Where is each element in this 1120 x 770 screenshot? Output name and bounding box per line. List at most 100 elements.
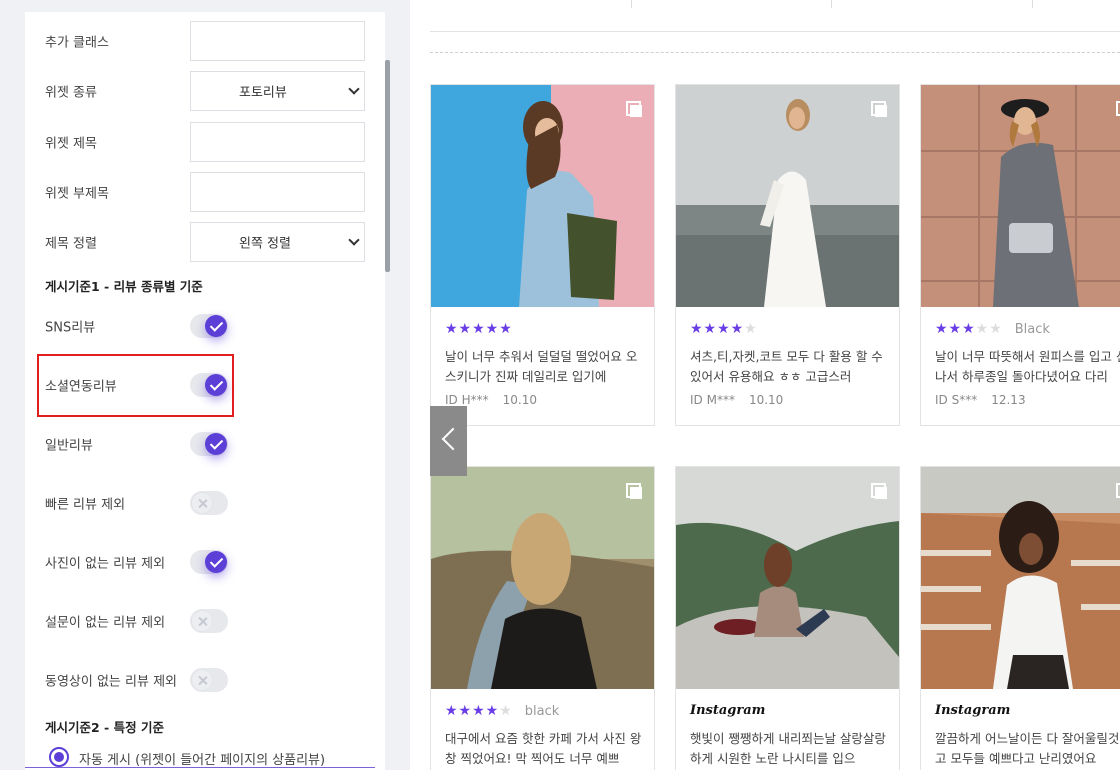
widget-type-value: 포토리뷰: [239, 85, 287, 101]
review-text: 대구에서 요즘 핫한 카페 가서 사진 왕창 찍었어요! 막 찍어도 너무 예쁘: [445, 731, 642, 766]
review-option: Black: [1014, 322, 1050, 337]
instagram-logo: Instagram: [690, 703, 766, 718]
review-photo: [921, 467, 1120, 689]
review-body: ★★★★★ 셔츠,티,자켓,코트 모두 다 활용 할 수 있어서 유용해요 ㅎㅎ…: [690, 321, 890, 407]
review-text: 셔츠,티,자켓,코트 모두 다 활용 할 수 있어서 유용해요 ㅎㅎ 고급스러: [690, 349, 883, 384]
toggle-row-exclude-quick: 빠른 리뷰 제외: [25, 483, 385, 523]
review-card[interactable]: Instagram 햇빛이 쨍쨍하게 내리쬐는날 살랑살랑하게 시원한 노란 나…: [675, 466, 900, 770]
multi-image-icon: [626, 483, 642, 499]
toggle-row-sns-review: SNS리뷰: [25, 306, 385, 346]
extra-class-input[interactable]: [190, 21, 365, 61]
widget-type-select[interactable]: 포토리뷰: [190, 71, 365, 111]
review-photo: [921, 85, 1120, 307]
review-body: ★★★★★ Black 날이 너무 따뜻해서 원피스를 입고 신나서 하루종일 돌…: [935, 321, 1120, 407]
review-user: ID H***: [445, 393, 489, 407]
toggle-row-exclude-no-video: 동영상이 없는 리뷰 제외: [25, 660, 385, 700]
review-date: 12.13: [991, 393, 1026, 407]
review-text: 날이 너무 추워서 덜덜덜 떨었어요 오 스키니가 진짜 데일리로 입기에: [445, 349, 638, 384]
title-align-row: 제목 정렬 왼쪽 정렬: [25, 222, 385, 262]
instagram-logo: Instagram: [935, 703, 1011, 718]
toggle-label: SNS리뷰: [45, 320, 96, 336]
review-card[interactable]: Instagram 깔끔하게 어느날이든 다 잘어울릴것 같고 모두들 예쁘다고…: [920, 466, 1120, 770]
carousel-prev-button[interactable]: [430, 406, 467, 476]
multi-image-icon: [1116, 101, 1120, 117]
review-body: ★★★★★ black 대구에서 요즘 핫한 카페 가서 사진 왕창 찍었어요! …: [445, 703, 645, 769]
general-review-toggle[interactable]: [190, 432, 228, 456]
divider: [831, 0, 832, 8]
review-text: 햇빛이 쨍쨍하게 내리쬐는날 살랑살랑하게 시원한 노란 나시티를 입으: [690, 731, 886, 766]
widget-type-row: 위젯 종류 포토리뷰: [25, 71, 385, 111]
widget-subtitle-label: 위젯 부제목: [45, 186, 109, 202]
review-photo: [431, 467, 654, 689]
chevron-down-icon: [348, 234, 360, 246]
review-body: Instagram 깔끔하게 어느날이든 다 잘어울릴것 같고 모두들 예쁘다고…: [935, 703, 1120, 769]
preview-topbar: [430, 0, 1120, 32]
review-card[interactable]: ★★★★★ Black 날이 너무 따뜻해서 원피스를 입고 신나서 하루종일 돌…: [920, 84, 1120, 426]
review-card[interactable]: ★★★★★ 셔츠,티,자켓,코트 모두 다 활용 할 수 있어서 유용해요 ㅎㅎ…: [675, 84, 900, 426]
review-photo: [676, 85, 899, 307]
toggle-label: 일반리뷰: [45, 438, 93, 454]
radio-label: 자동 게시 (위젯이 들어간 페이지의 상품리뷰): [79, 753, 326, 768]
widget-title-input[interactable]: [190, 122, 365, 162]
multi-image-icon: [626, 101, 642, 117]
exclude-no-photo-toggle[interactable]: [190, 550, 228, 574]
review-date: 10.10: [748, 393, 784, 407]
toggle-row-exclude-no-survey: 설문이 없는 리뷰 제외: [25, 601, 385, 641]
widget-title-row: 위젯 제목: [25, 122, 385, 162]
title-align-label: 제목 정렬: [45, 236, 97, 252]
radio-button[interactable]: [49, 747, 69, 767]
rating-stars: ★★★★★ black: [445, 703, 560, 719]
rating-stars: ★★★★★ Black: [935, 321, 1050, 337]
toggle-label: 설문이 없는 리뷰 제외: [45, 615, 166, 631]
multi-image-icon: [1116, 483, 1120, 499]
exclude-no-video-toggle[interactable]: [190, 668, 228, 692]
toggle-row-general-review: 일반리뷰: [25, 424, 385, 464]
review-card[interactable]: ★★★★★ black 대구에서 요즘 핫한 카페 가서 사진 왕창 찍었어요! …: [430, 466, 655, 770]
settings-scrollbar[interactable]: [385, 60, 390, 272]
widget-subtitle-row: 위젯 부제목: [25, 172, 385, 212]
review-meta: ID S*** 12.13: [935, 393, 1120, 407]
criteria2-title: 게시기준2 - 특정 기준: [45, 720, 164, 735]
chevron-down-icon: [348, 83, 360, 95]
highlight-box: [37, 354, 234, 417]
divider: [1032, 0, 1033, 8]
review-text: 깔끔하게 어느날이든 다 잘어울릴것 같고 모두들 예쁘다고 난리였어요: [935, 731, 1120, 766]
toggle-label: 빠른 리뷰 제외: [45, 497, 126, 513]
widget-title-label: 위젯 제목: [45, 136, 97, 152]
review-user: ID M***: [690, 393, 735, 407]
review-photo: [676, 467, 899, 689]
sns-review-toggle[interactable]: [190, 314, 228, 338]
extra-class-label: 추가 클래스: [45, 35, 109, 51]
check-icon: [205, 551, 227, 573]
review-photo: [431, 85, 654, 307]
x-icon: [191, 610, 213, 632]
divider: [631, 0, 632, 8]
x-icon: [191, 669, 213, 691]
multi-image-icon: [871, 483, 887, 499]
review-date: 10.10: [502, 393, 537, 407]
review-meta: ID M*** 10.10: [690, 393, 890, 407]
extra-class-row: 추가 클래스: [25, 21, 385, 61]
review-meta: ID H*** 10.10: [445, 393, 645, 407]
review-option: black: [524, 704, 560, 719]
multi-image-icon: [871, 101, 887, 117]
check-icon: [205, 433, 227, 455]
exclude-quick-toggle[interactable]: [190, 491, 228, 515]
exclude-no-survey-toggle[interactable]: [190, 609, 228, 633]
review-body: ★★★★★ 날이 너무 추워서 덜덜덜 떨었어요 오 스키니가 진짜 데일리로 …: [445, 321, 645, 407]
toggle-label: 사진이 없는 리뷰 제외: [45, 556, 166, 572]
review-body: Instagram 햇빛이 쨍쨍하게 내리쬐는날 살랑살랑하게 시원한 노란 나…: [690, 703, 890, 769]
toggle-label: 동영상이 없는 리뷰 제외: [45, 674, 177, 690]
check-icon: [205, 315, 227, 337]
dashed-divider: [430, 52, 1120, 53]
review-user: ID S***: [935, 393, 978, 407]
review-text: 날이 너무 따뜻해서 원피스를 입고 신나서 하루종일 돌아다녔어요 다리: [935, 349, 1120, 384]
widget-settings-panel: 추가 클래스 위젯 종류 포토리뷰 위젯 제목 위젯 부제목 제목 정렬 왼쪽 …: [25, 12, 385, 770]
title-align-select[interactable]: 왼쪽 정렬: [190, 222, 365, 262]
review-card[interactable]: ★★★★★ 날이 너무 추워서 덜덜덜 떨었어요 오 스키니가 진짜 데일리로 …: [430, 84, 655, 426]
rating-stars: ★★★★★: [445, 321, 513, 337]
widget-subtitle-input[interactable]: [190, 172, 365, 212]
widget-preview: ★★★★★ 날이 너무 추워서 덜덜덜 떨었어요 오 스키니가 진짜 데일리로 …: [410, 0, 1120, 770]
toggle-row-exclude-no-photo: 사진이 없는 리뷰 제외: [25, 542, 385, 582]
title-align-value: 왼쪽 정렬: [239, 236, 291, 252]
